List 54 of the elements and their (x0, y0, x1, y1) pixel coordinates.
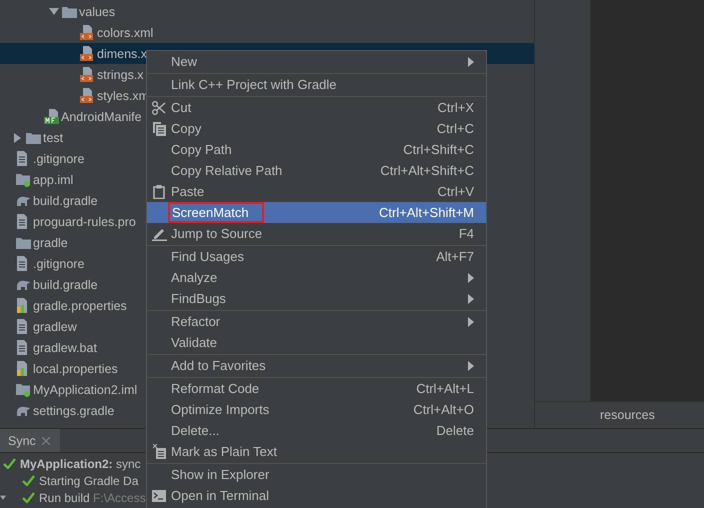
menu-item-label: ScreenMatch (171, 205, 261, 220)
file-name: strings.x (97, 68, 144, 82)
file-name: app.iml (33, 172, 74, 186)
menu-item-label: Paste (171, 184, 206, 199)
shortcut-text: Alt+F7 (436, 249, 474, 264)
file-name: dimens.x (97, 46, 148, 60)
shortcut-text: Ctrl+Alt+Shift+C (380, 163, 474, 178)
file-name: local.properties (33, 362, 118, 376)
shortcut-text: F4 (458, 226, 474, 241)
file-name: AndroidManife (61, 110, 142, 124)
file-name: gradlew (33, 320, 77, 334)
menu-item-label: Cut (171, 100, 192, 115)
build-step: Starting Gradle Da (39, 474, 138, 488)
menu-item-label: Link C++ Project with Gradle (171, 77, 338, 92)
build-step: Run build F:\Access (39, 490, 146, 504)
file-name: gradle.properties (33, 298, 127, 312)
menu-item-label: Jump to Source (171, 226, 264, 241)
menu-item-label: Copy Relative Path (171, 163, 284, 178)
menu-item-label: Add to Favorites (171, 358, 267, 373)
menu-item-label: Open in Terminal (171, 488, 270, 503)
shortcut-text: Ctrl+Alt+O (413, 402, 474, 417)
shortcut-text: Delete (436, 423, 474, 438)
menu-item-label: Show in Explorer (171, 467, 270, 482)
build-step: MyApplication2: sync (20, 456, 141, 470)
menu-item-label: New (171, 54, 198, 69)
file-name: .gitignore (33, 256, 84, 270)
file-name: gradle (33, 236, 68, 250)
file-name: proguard-rules.pro (33, 214, 136, 228)
menu-item-label: Refactor (171, 314, 222, 329)
file-name: colors.xml (97, 26, 154, 40)
menu-item-label: Copy (171, 121, 202, 136)
file-name: build.gradle (33, 194, 98, 208)
menu-item-label: Analyze (171, 270, 218, 285)
menu-item-label: Copy Path (171, 142, 233, 157)
shortcut-text: Ctrl+C (436, 121, 474, 136)
menu-item-label: Delete... (171, 423, 220, 438)
file-name: test (43, 130, 64, 144)
menu-item-label: FindBugs (171, 291, 227, 306)
shortcut-text: Ctrl+Alt+L (416, 381, 474, 396)
shortcut-text: Ctrl+Alt+Shift+M (378, 205, 474, 220)
menu-item-label: Find Usages (171, 249, 245, 264)
file-name: gradlew.bat (33, 340, 97, 354)
menu-item-label: Reformat Code (171, 381, 260, 396)
menu-item-label: Optimize Imports (171, 402, 270, 417)
shortcut-text: Ctrl+V (438, 184, 474, 199)
file-name: .gitignore (33, 152, 84, 166)
menu-item-label: Validate (171, 335, 218, 350)
file-name: settings.gradle (33, 404, 114, 418)
file-name: build.gradle (33, 278, 98, 292)
shortcut-text: Ctrl+Shift+C (403, 142, 474, 157)
menu-item-label: Mark as Plain Text (171, 444, 278, 459)
file-name: values (79, 4, 116, 18)
shortcut-text: Ctrl+X (438, 100, 474, 115)
file-name: MyApplication2.iml (33, 382, 138, 396)
